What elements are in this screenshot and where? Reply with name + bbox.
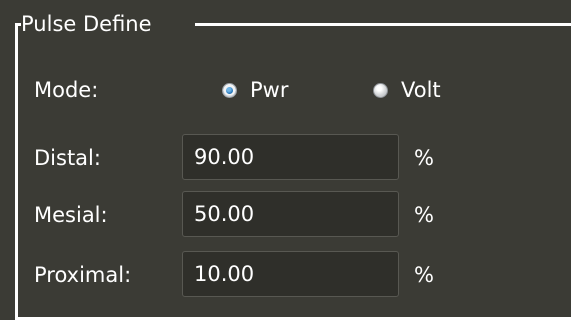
mesial-input[interactable]: 50.00 bbox=[182, 191, 399, 237]
distal-unit: % bbox=[414, 146, 434, 170]
proximal-unit: % bbox=[414, 263, 434, 287]
mode-option-pwr-label: Pwr bbox=[250, 78, 289, 102]
pulse-define-panel: Pulse Define Mode: Pwr Volt Distal: 90.0… bbox=[0, 0, 571, 320]
group-box-frame-left bbox=[15, 23, 18, 320]
mesial-unit: % bbox=[414, 203, 434, 227]
radio-unselected-icon[interactable] bbox=[373, 82, 388, 98]
mode-label: Mode: bbox=[34, 78, 99, 102]
proximal-label: Proximal: bbox=[34, 263, 132, 287]
group-box-frame-top-right bbox=[195, 23, 571, 26]
mode-radio-volt[interactable]: Volt bbox=[373, 78, 441, 102]
mode-radio-pwr[interactable]: Pwr bbox=[222, 78, 288, 102]
mesial-label: Mesial: bbox=[34, 203, 108, 227]
distal-input[interactable]: 90.00 bbox=[182, 134, 399, 180]
distal-label: Distal: bbox=[34, 146, 101, 170]
radio-selected-icon[interactable] bbox=[222, 82, 237, 98]
group-box-title: Pulse Define bbox=[21, 12, 152, 36]
mode-option-volt-label: Volt bbox=[401, 78, 441, 102]
proximal-input[interactable]: 10.00 bbox=[182, 251, 399, 297]
